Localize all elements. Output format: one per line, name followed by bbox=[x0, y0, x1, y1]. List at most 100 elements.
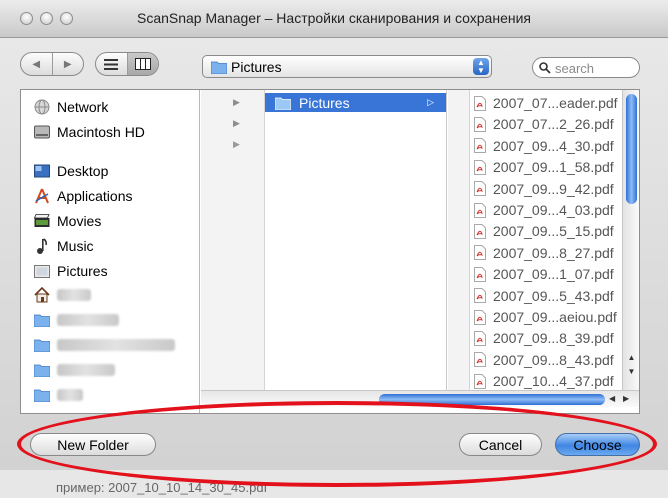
pdf-file-icon bbox=[474, 373, 486, 389]
pdf-file-icon bbox=[474, 138, 486, 154]
sidebar-item-folder[interactable] bbox=[21, 333, 199, 357]
file-row[interactable]: 2007_10...4_37.pdf bbox=[474, 370, 634, 392]
list-view-button[interactable] bbox=[96, 53, 127, 75]
pdf-file-icon bbox=[474, 266, 486, 282]
pdf-file-icon bbox=[474, 330, 486, 346]
sidebar-item-folder[interactable] bbox=[21, 383, 199, 407]
music-icon bbox=[33, 238, 50, 255]
file-name: 2007_07...eader.pdf bbox=[493, 95, 618, 111]
sidebar-item-applications[interactable]: Applications bbox=[21, 184, 199, 208]
forward-button[interactable]: ▶ bbox=[51, 53, 84, 75]
desktop-icon bbox=[33, 163, 50, 180]
file-row[interactable]: 2007_07...2_26.pdf bbox=[474, 113, 634, 135]
path-popup[interactable]: Pictures ▲ ▼ bbox=[202, 55, 492, 78]
file-row[interactable]: 2007_09...8_27.pdf bbox=[474, 242, 634, 264]
file-browser: Network Macintosh HD Desktop Application… bbox=[20, 89, 640, 414]
folder-icon bbox=[211, 61, 227, 74]
file-row[interactable]: 2007_07...eader.pdf bbox=[474, 92, 634, 114]
file-name: 2007_09...4_03.pdf bbox=[493, 202, 614, 218]
sidebar-item-label: Music bbox=[57, 238, 94, 254]
file-name: 2007_09...4_30.pdf bbox=[493, 137, 614, 154]
folder-icon bbox=[33, 312, 50, 329]
browser-column-previous: ▶ ▶ ▶ bbox=[201, 90, 265, 390]
scroll-down-arrow-icon[interactable]: ▼ bbox=[626, 366, 637, 377]
sidebar: Network Macintosh HD Desktop Application… bbox=[21, 90, 200, 413]
file-row[interactable]: 2007_09...4_30.pdf bbox=[474, 135, 634, 157]
file-name: 2007_09...5_15.pdf bbox=[493, 223, 614, 240]
scroll-left-arrow-icon[interactable]: ◀ bbox=[609, 394, 615, 403]
file-row[interactable]: 2007_09...aeiou.pdf bbox=[474, 306, 634, 328]
file-name: 2007_09...9_42.pdf bbox=[493, 180, 614, 197]
sidebar-item-folder[interactable] bbox=[21, 308, 199, 332]
list-view-icon bbox=[104, 58, 119, 70]
redacted-label bbox=[57, 314, 119, 326]
file-name: 2007_09...8_27.pdf bbox=[493, 244, 614, 261]
file-row[interactable]: 2007_09...4_03.pdf bbox=[474, 199, 634, 221]
disclosure-arrow-icon: ▷ bbox=[427, 97, 434, 107]
vertical-scroll-thumb[interactable] bbox=[626, 94, 637, 204]
column-gutter bbox=[448, 90, 470, 390]
sidebar-item-network[interactable]: Network bbox=[21, 95, 199, 119]
back-button[interactable]: ◀ bbox=[21, 53, 52, 75]
sidebar-item-movies[interactable]: Movies bbox=[21, 209, 199, 233]
network-icon bbox=[33, 99, 50, 116]
search-input[interactable] bbox=[555, 60, 635, 76]
pictures-icon bbox=[33, 263, 50, 280]
movies-icon bbox=[33, 213, 50, 230]
folder-icon bbox=[33, 387, 50, 404]
pdf-file-icon bbox=[474, 159, 486, 175]
browser-column-files: 2007_07...eader.pdf 2007_07...2_26.pdf 200… bbox=[448, 90, 638, 390]
folder-icon bbox=[33, 337, 50, 354]
column-item-pictures[interactable]: Pictures ▷ bbox=[265, 93, 446, 112]
sidebar-item-home[interactable] bbox=[21, 283, 199, 307]
sidebar-item-music[interactable]: Music bbox=[21, 234, 199, 258]
column-view-icon bbox=[134, 58, 151, 70]
file-row[interactable]: 2007_09...5_43.pdf bbox=[474, 285, 634, 307]
highlight-ellipse bbox=[17, 401, 657, 487]
pdf-file-icon bbox=[474, 202, 486, 218]
sidebar-item-macintosh-hd[interactable]: Macintosh HD bbox=[21, 120, 199, 144]
file-row[interactable]: 2007_09...8_39.pdf bbox=[474, 327, 634, 349]
file-row[interactable]: 2007_09...9_42.pdf bbox=[474, 178, 634, 200]
pdf-file-icon bbox=[474, 309, 486, 325]
pdf-file-icon bbox=[474, 352, 486, 368]
redacted-label bbox=[57, 389, 83, 401]
file-name: 2007_09...aeiou.pdf bbox=[493, 309, 617, 325]
file-row[interactable]: 2007_09...1_07.pdf bbox=[474, 263, 634, 285]
sidebar-item-label: Movies bbox=[57, 213, 102, 229]
sidebar-item-desktop[interactable]: Desktop bbox=[21, 159, 199, 183]
pdf-file-icon bbox=[474, 181, 486, 197]
file-row[interactable]: 2007_09...5_15.pdf bbox=[474, 220, 634, 242]
redacted-label bbox=[57, 364, 115, 376]
sidebar-item-pictures[interactable]: Pictures bbox=[21, 259, 199, 283]
sidebar-item-label: Network bbox=[57, 99, 109, 115]
pdf-file-icon bbox=[474, 245, 486, 261]
column-view-button[interactable] bbox=[126, 53, 158, 75]
scroll-up-arrow-icon[interactable]: ▲ bbox=[626, 352, 637, 363]
back-forward-control: ◀ ▶ bbox=[20, 52, 84, 76]
file-name: 2007_09...8_43.pdf bbox=[493, 351, 614, 368]
file-row[interactable]: 2007_09...8_43.pdf bbox=[474, 349, 634, 371]
folder-icon bbox=[33, 362, 50, 379]
file-name: 2007_09...8_39.pdf bbox=[493, 330, 614, 347]
scroll-right-arrow-icon[interactable]: ▶ bbox=[623, 394, 629, 403]
file-name: 2007_09...5_43.pdf bbox=[493, 287, 614, 304]
search-field[interactable] bbox=[532, 57, 640, 78]
disclosure-arrow-icon: ▶ bbox=[233, 118, 240, 128]
file-row[interactable]: 2007_09...1_58.pdf bbox=[474, 156, 634, 178]
chevron-left-icon: ◀ bbox=[32, 58, 41, 70]
chevron-right-icon: ▶ bbox=[63, 58, 72, 70]
file-name: 2007_09...1_58.pdf bbox=[493, 159, 614, 176]
file-name: 2007_10...4_37.pdf bbox=[493, 373, 614, 390]
vertical-scrollbar[interactable]: ▲ ▼ bbox=[622, 90, 639, 390]
sidebar-item-label: Applications bbox=[57, 188, 133, 204]
file-name: 2007_07...2_26.pdf bbox=[493, 116, 614, 133]
pdf-file-icon bbox=[474, 116, 486, 132]
sidebar-item-folder[interactable] bbox=[21, 358, 199, 382]
sidebar-item-label: Macintosh HD bbox=[57, 124, 145, 140]
path-popup-label: Pictures bbox=[231, 59, 282, 75]
sidebar-item-label: Desktop bbox=[57, 163, 109, 179]
window-title: ScanSnap Manager – Настройки сканировани… bbox=[136, 10, 531, 26]
pdf-file-icon bbox=[474, 288, 486, 304]
disclosure-arrow-icon: ▶ bbox=[233, 139, 240, 149]
